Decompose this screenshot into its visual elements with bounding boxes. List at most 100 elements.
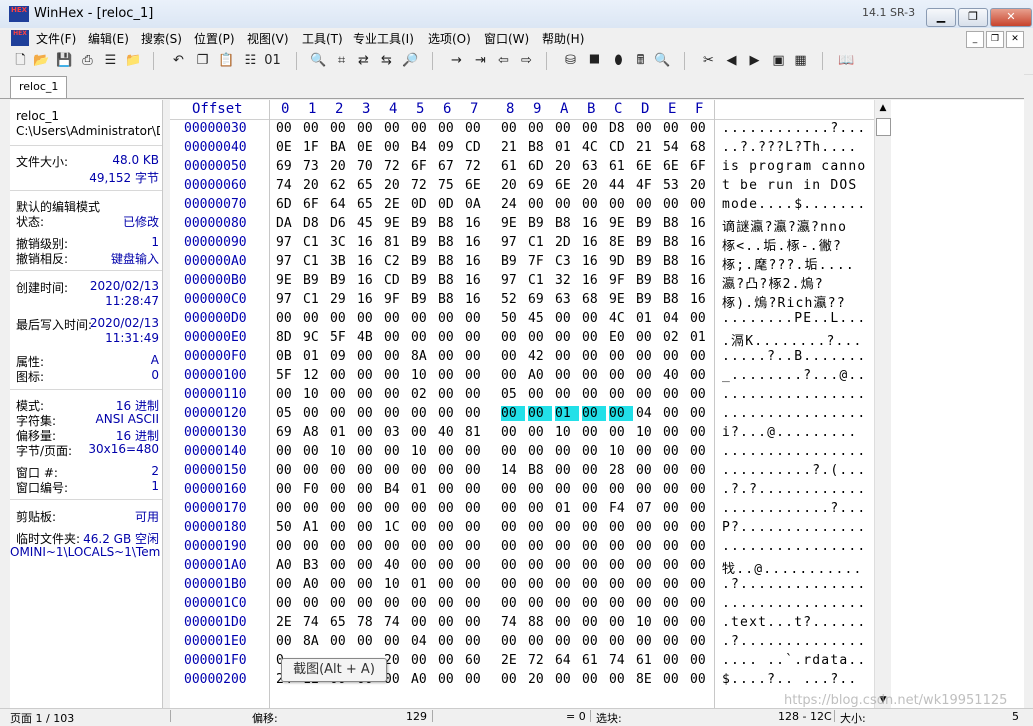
- hex-byte[interactable]: 00: [528, 330, 552, 345]
- analyze-icon[interactable]: 🔍: [654, 52, 671, 69]
- menu-help[interactable]: 帮助(H): [542, 30, 584, 47]
- hex-byte[interactable]: 00: [501, 349, 525, 364]
- hex-byte[interactable]: 00: [501, 577, 525, 592]
- ascii-text[interactable]: .....?..B.......: [722, 349, 866, 364]
- ascii-text[interactable]: i?...@.........: [722, 425, 857, 440]
- hex-byte[interactable]: 00: [582, 349, 606, 364]
- hex-byte[interactable]: 00: [357, 558, 381, 573]
- hex-byte[interactable]: 00: [663, 406, 687, 421]
- hex-row[interactable]: 00000120 05 00 00 00 00 00 00 00 00 00 01 00 00 04 00 00…: [170, 406, 874, 425]
- hex-byte[interactable]: 00: [690, 653, 714, 668]
- hex-byte[interactable]: 00: [555, 387, 579, 402]
- hex-byte[interactable]: 00: [438, 577, 462, 592]
- ascii-text[interactable]: $....?.. ...?..: [722, 672, 857, 687]
- hex-byte[interactable]: 00: [636, 463, 660, 478]
- ascii-text[interactable]: ................: [722, 596, 866, 611]
- hex-byte[interactable]: 00: [555, 672, 579, 687]
- hex-byte[interactable]: A0: [528, 368, 552, 383]
- hex-byte[interactable]: 00: [330, 482, 354, 497]
- hex-byte[interactable]: 00: [384, 121, 408, 136]
- hex-byte[interactable]: 00: [690, 197, 714, 212]
- hex-byte[interactable]: 00: [357, 121, 381, 136]
- hex-row[interactable]: 000001A0 A0 B3 00 00 40 00 00 00 00 00 00 00 00 00 00 00…: [170, 558, 874, 577]
- hex-byte[interactable]: 20: [330, 159, 354, 174]
- hex-byte[interactable]: C1: [303, 292, 327, 307]
- hex-row[interactable]: 00000200241E000000A0000000200000008E0000…: [170, 672, 874, 691]
- hex-byte[interactable]: 8A: [303, 634, 327, 649]
- hex-byte[interactable]: 00: [501, 558, 525, 573]
- hex-byte[interactable]: 20: [384, 178, 408, 193]
- hex-byte[interactable]: 61: [501, 159, 525, 174]
- hex-byte[interactable]: A0: [303, 577, 327, 592]
- hex-byte[interactable]: 00: [438, 463, 462, 478]
- hex-byte[interactable]: 00: [276, 387, 300, 402]
- hex-byte[interactable]: 00: [582, 615, 606, 630]
- hex-row[interactable]: 00000100 5F 12 00 00 00 10 00 00 00 A0 00 00 00 00 40 00…: [170, 368, 874, 387]
- hex-byte[interactable]: B8: [528, 463, 552, 478]
- hex-byte[interactable]: B8: [663, 216, 687, 231]
- hex-byte[interactable]: 00: [582, 425, 606, 440]
- hex-byte[interactable]: 40: [438, 425, 462, 440]
- hex-byte[interactable]: 00: [690, 121, 714, 136]
- hex-byte[interactable]: 00: [438, 406, 462, 421]
- hex-byte[interactable]: 00: [330, 539, 354, 554]
- hex-byte[interactable]: 00: [582, 596, 606, 611]
- hex-byte[interactable]: 05: [501, 387, 525, 402]
- hex-byte[interactable]: 00: [384, 463, 408, 478]
- hex-byte[interactable]: 00: [357, 539, 381, 554]
- hex-byte[interactable]: 00: [438, 387, 462, 402]
- hex-byte[interactable]: 6D: [528, 159, 552, 174]
- hex-byte[interactable]: 00: [555, 444, 579, 459]
- ascii-text[interactable]: ........PE..L...: [722, 311, 866, 326]
- hex-byte[interactable]: 00: [582, 501, 606, 516]
- hex-row[interactable]: 00000160 00 F0 00 00 B4 01 00 00 00 00 00 00 00 00 00 00…: [170, 482, 874, 501]
- hex-byte[interactable]: 00: [690, 672, 714, 687]
- hex-byte[interactable]: 68: [582, 292, 606, 307]
- hex-byte[interactable]: 20: [528, 672, 552, 687]
- hex-byte[interactable]: 3C: [330, 235, 354, 250]
- hex-byte[interactable]: 00: [663, 558, 687, 573]
- hex-byte[interactable]: C1: [528, 235, 552, 250]
- hex-byte[interactable]: 10: [303, 387, 327, 402]
- hex-byte[interactable]: B8: [663, 254, 687, 269]
- hex-byte[interactable]: 69: [528, 292, 552, 307]
- hex-byte[interactable]: 16: [690, 292, 714, 307]
- hex-row[interactable]: 000001C0 00 00 00 00 00 00 00 00 00 00 00 00 00 00 00 00…: [170, 596, 874, 615]
- hex-byte[interactable]: 00: [663, 197, 687, 212]
- hex-byte[interactable]: 10: [384, 577, 408, 592]
- hex-row[interactable]: 000000D0 00 00 00 00 00 00 00 00 50 45 00 00 4C 01 04 00…: [170, 311, 874, 330]
- hex-byte[interactable]: 00: [465, 330, 489, 345]
- hex-byte[interactable]: B9: [411, 216, 435, 231]
- hex-byte[interactable]: 00: [438, 482, 462, 497]
- hex-byte[interactable]: 00: [663, 349, 687, 364]
- hex-byte[interactable]: 00: [555, 197, 579, 212]
- hex-byte[interactable]: 20: [555, 159, 579, 174]
- hex-byte[interactable]: 20: [303, 178, 327, 193]
- ram-icon[interactable]: ⯀: [586, 52, 603, 69]
- hex-byte[interactable]: 10: [636, 425, 660, 440]
- hex-byte[interactable]: 00: [438, 520, 462, 535]
- hex-byte[interactable]: 62: [330, 178, 354, 193]
- hex-byte[interactable]: 00: [582, 121, 606, 136]
- hex-byte[interactable]: 69: [276, 159, 300, 174]
- hex-byte[interactable]: 4C: [582, 140, 606, 155]
- hex-byte[interactable]: 00: [663, 577, 687, 592]
- hex-byte[interactable]: 0D: [411, 197, 435, 212]
- hex-byte[interactable]: 74: [501, 615, 525, 630]
- hex-byte[interactable]: 00: [411, 653, 435, 668]
- hex-byte[interactable]: 21: [636, 140, 660, 155]
- hex-byte[interactable]: 9E: [276, 273, 300, 288]
- hex-byte[interactable]: 74: [303, 615, 327, 630]
- hex-byte[interactable]: 00: [438, 121, 462, 136]
- hex-byte[interactable]: 00: [438, 672, 462, 687]
- hex-byte[interactable]: 01: [555, 140, 579, 155]
- hex-byte[interactable]: CD: [465, 140, 489, 155]
- hex-row[interactable]: 00000050 69 73 20 70 72 6F 67 72 61 6D 20 63 61 6E 6E 6F…: [170, 159, 874, 178]
- hex-byte[interactable]: 97: [501, 235, 525, 250]
- hex-byte[interactable]: 00: [384, 596, 408, 611]
- hex-byte[interactable]: 00: [690, 311, 714, 326]
- ascii-text[interactable]: 牫..@...........: [722, 558, 863, 577]
- child-close-button[interactable]: ✕: [1006, 31, 1024, 48]
- hex-byte[interactable]: A0: [276, 558, 300, 573]
- hex-byte[interactable]: 00: [303, 311, 327, 326]
